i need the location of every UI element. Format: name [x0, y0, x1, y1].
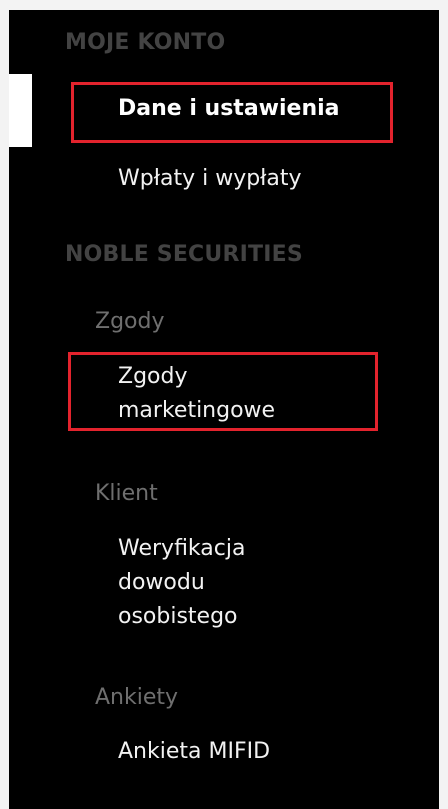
- group-label-surveys: Ankiety: [95, 685, 179, 710]
- active-item-indicator: [9, 74, 32, 147]
- screenshot-frame: MOJE KONTO Dane i ustawienia Wpłaty i wy…: [0, 0, 448, 809]
- sidebar-item-deposits-withdrawals[interactable]: Wpłaty i wypłaty: [118, 162, 302, 196]
- sidebar-item-data-and-settings[interactable]: Dane i ustawienia: [118, 92, 340, 126]
- section-title-my-account: MOJE KONTO: [65, 30, 226, 55]
- group-label-client: Klient: [95, 481, 158, 506]
- account-sidebar: MOJE KONTO Dane i ustawienia Wpłaty i wy…: [9, 10, 439, 809]
- section-title-noble-securities: NOBLE SECURITIES: [65, 242, 303, 267]
- sidebar-item-id-verification[interactable]: Weryfikacja dowodu osobistego: [118, 532, 245, 634]
- group-label-consents: Zgody: [95, 309, 165, 334]
- sidebar-item-mifid-survey[interactable]: Ankieta MIFID: [118, 735, 270, 769]
- sidebar-item-marketing-consents[interactable]: Zgody marketingowe: [118, 360, 275, 428]
